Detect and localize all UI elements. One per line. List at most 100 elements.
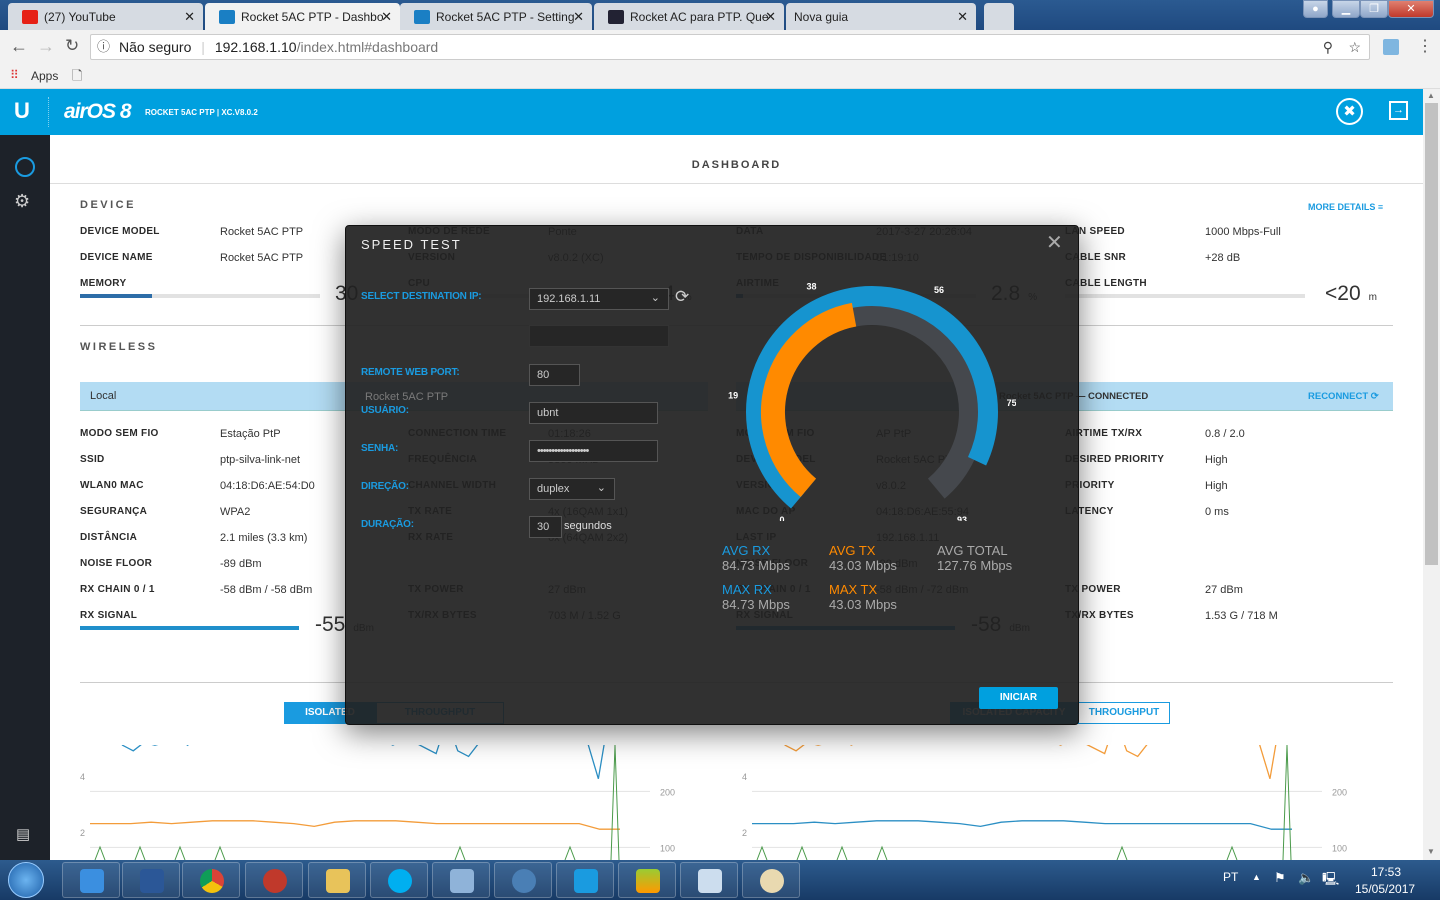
tab-dashboard[interactable]: Rocket 5AC PTP - Dashbo ✕ [205, 3, 400, 31]
tab-youtube[interactable]: (27) YouTube ✕ [8, 3, 203, 30]
destination-ip-input[interactable] [529, 325, 669, 347]
star-icon[interactable]: ☆ [1348, 35, 1361, 59]
ubiquiti-logo[interactable]: U [14, 98, 30, 124]
taskbar-globe[interactable] [494, 862, 552, 898]
user-icon[interactable]: ● [1303, 0, 1328, 18]
action-center-icon[interactable]: ⚑ [1274, 870, 1286, 886]
modal-title: SPEED TEST [361, 237, 462, 252]
port-input[interactable]: 80 [529, 364, 580, 386]
max-tx-label: MAX TX [829, 582, 878, 597]
site-icon [608, 10, 624, 24]
wifi-icon [219, 10, 235, 24]
ie-icon [80, 869, 104, 893]
avg-tx-value: 43.03 Mbps [829, 558, 897, 573]
taskbar-chrome[interactable] [182, 862, 240, 898]
close-window-button[interactable]: ✕ [1388, 0, 1434, 18]
close-tab-icon[interactable]: ✕ [184, 9, 195, 25]
avg-total-label: AVG TOTAL [937, 543, 1008, 558]
tab-label: Rocket 5AC PTP - Setting [436, 10, 575, 24]
address-bar-row: ← → ↻ ⓘ Não seguro | 192.168.1.10/index.… [0, 30, 1440, 65]
avg-rx-value: 84.73 Mbps [722, 558, 790, 573]
start-button[interactable]: INICIAR [979, 687, 1058, 709]
tab-settings[interactable]: Rocket 5AC PTP - Setting ✕ [400, 3, 592, 30]
bluestacks-icon [636, 869, 660, 893]
taskbar-bluestacks[interactable] [618, 862, 676, 898]
taskbar-ie[interactable] [62, 862, 120, 898]
scroll-down-icon[interactable]: ▼ [1427, 847, 1435, 856]
extension-icon[interactable] [1383, 39, 1399, 55]
browser-tab-bar: (27) YouTube ✕ Rocket 5AC PTP - Dashbo ✕ R… [0, 0, 1440, 31]
tab-label: (27) YouTube [44, 10, 116, 24]
reconnect-button[interactable]: RECONNECT ⟳ [1308, 391, 1379, 402]
local-label: Local [90, 390, 117, 402]
close-tab-icon[interactable]: ✕ [573, 9, 584, 25]
tab-new[interactable]: Nova guia ✕ [786, 3, 976, 30]
taskbar-explorer[interactable] [308, 862, 366, 898]
more-details-link[interactable]: MORE DETAILS ≡ [1308, 202, 1383, 212]
duration-input[interactable]: 30 [529, 516, 562, 538]
tab-rocket-ac[interactable]: Rocket AC para PTP. Que ✕ [594, 3, 784, 30]
settings-gears-icon[interactable]: ⚙ [14, 191, 30, 212]
reload-icon[interactable]: ↻ [65, 36, 79, 56]
scroll-up-icon[interactable]: ▲ [1427, 91, 1435, 100]
key-icon[interactable]: ⚲ [1323, 35, 1333, 59]
volume-icon[interactable]: 🔈 [1298, 870, 1314, 886]
back-icon[interactable]: ← [10, 36, 28, 57]
remote-throughput-tab[interactable]: THROUGHPUT [1078, 702, 1170, 724]
menu-icon[interactable]: ⋮ [1417, 36, 1433, 56]
close-icon[interactable]: ✕ [1046, 230, 1063, 255]
speed-gauge: 0 19 38 56 75 93 [728, 282, 1016, 521]
reconnect-label: RECONNECT [1308, 391, 1369, 402]
device-subtitle: ROCKET 5AC PTP | XC.V8.0.2 [145, 108, 258, 117]
usage-bar [80, 294, 320, 298]
direction-select[interactable]: duplex ⌄ [529, 478, 615, 500]
clock-date[interactable]: 15/05/2017 [1355, 882, 1415, 896]
taskbar-paint[interactable] [742, 862, 800, 898]
scroll-thumb[interactable] [1425, 103, 1438, 565]
local-device-name: Rocket 5AC PTP [365, 391, 449, 403]
clock-time[interactable]: 17:53 [1371, 865, 1401, 879]
page-scrollbar[interactable]: ▲ ▼ [1423, 89, 1440, 860]
tools-icon[interactable]: ✖ [1336, 98, 1363, 125]
user-label: USUÁRIO: [361, 405, 409, 416]
user-input[interactable]: ubnt [529, 402, 658, 424]
maximize-button[interactable]: ❐ [1360, 0, 1388, 18]
wifi-icon [414, 10, 430, 24]
show-hidden-icons[interactable]: ▲ [1252, 872, 1261, 882]
latency-mark [876, 845, 888, 860]
y-tick-right: 200 [660, 787, 675, 797]
page-icon[interactable]: 🗋 [72, 67, 82, 89]
refresh-icon[interactable]: ⟳ [675, 287, 689, 307]
minimize-button[interactable]: ▁ [1332, 0, 1360, 18]
taskbar-notes[interactable] [680, 862, 738, 898]
url-input[interactable]: ⓘ Não seguro | 192.168.1.10/index.html#d… [90, 34, 1370, 60]
taskbar-network[interactable] [432, 862, 490, 898]
new-tab-button[interactable] [984, 3, 1014, 30]
taskbar-word[interactable] [122, 862, 180, 898]
taskbar-app[interactable] [245, 862, 303, 898]
network-tray-icon[interactable]: 🖳 [1322, 870, 1339, 892]
taskbar-ubiquiti[interactable] [556, 862, 614, 898]
logout-icon[interactable]: → [1389, 101, 1408, 120]
taskbar-skype[interactable] [370, 862, 428, 898]
signal-value-number: -55 [315, 613, 346, 636]
device-section-title: DEVICE [80, 199, 136, 211]
speed-test-modal: SPEED TEST ✕ SELECT DESTINATION IP: 192.… [345, 225, 1079, 725]
close-tab-icon[interactable]: ✕ [765, 9, 776, 25]
device-field-label: MEMORY [80, 278, 127, 289]
gauge-tick-label: 38 [807, 282, 817, 292]
port-label: REMOTE WEB PORT: [361, 367, 460, 378]
destination-ip-label: SELECT DESTINATION IP: [361, 291, 482, 302]
airos-logo: airOS 8 [64, 100, 132, 123]
password-input[interactable]: •••••••••••••••••• [529, 440, 658, 462]
close-tab-icon[interactable]: ✕ [381, 9, 392, 25]
start-button[interactable] [8, 862, 44, 898]
dashboard-icon[interactable] [15, 157, 35, 177]
log-icon[interactable]: ▤ [16, 825, 30, 843]
language-indicator[interactable]: PT [1223, 870, 1238, 884]
wireless-field-label: RX CHAIN 0 / 1 [80, 584, 155, 595]
apps-link[interactable]: Apps [31, 69, 58, 83]
forward-icon[interactable]: → [37, 36, 55, 57]
destination-ip-select[interactable]: 192.168.1.11 ⌄ [529, 288, 669, 310]
close-tab-icon[interactable]: ✕ [957, 9, 968, 25]
